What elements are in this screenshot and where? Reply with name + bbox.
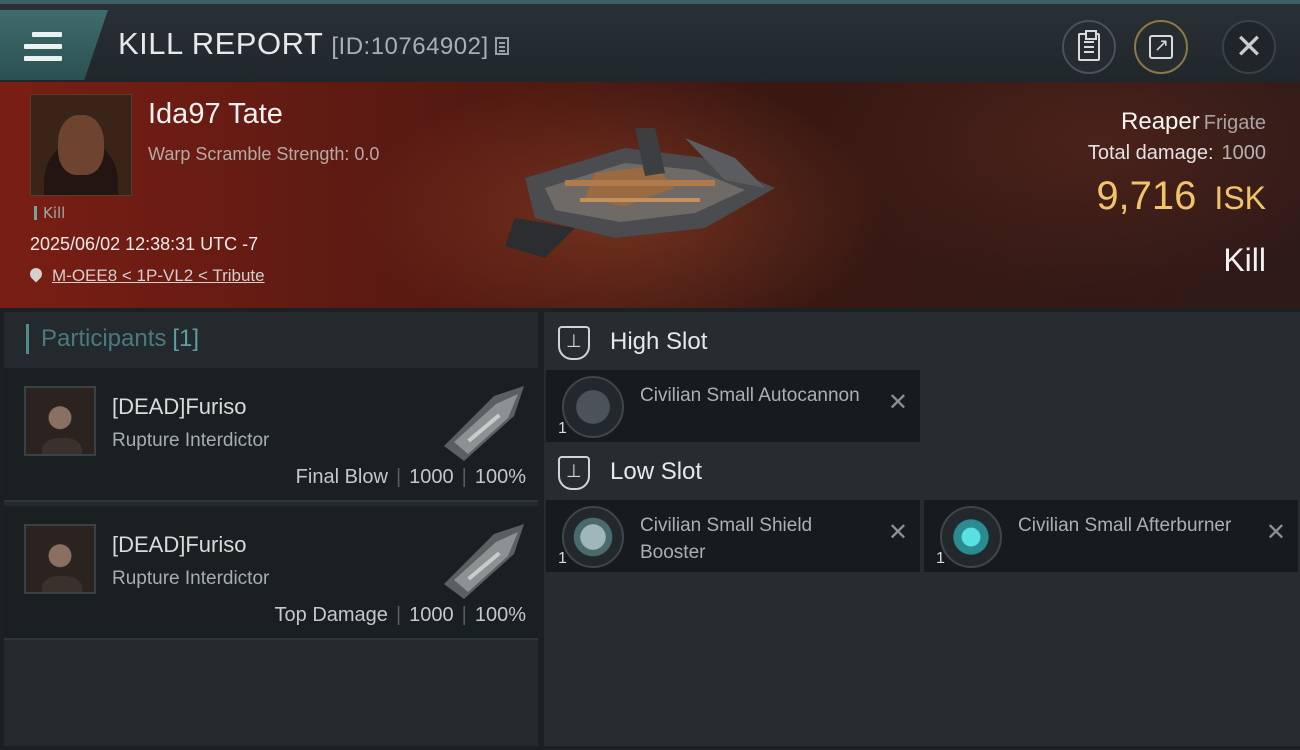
ship-image [505,128,775,258]
victim-portrait[interactable] [30,94,132,196]
share-icon [1149,35,1173,59]
warp-scramble-strength: Warp Scramble Strength: 0.0 [148,144,380,164]
module-name: Civilian Small Shield Booster [640,515,813,563]
participant-percent: 100% [474,466,526,488]
menu-button[interactable] [0,10,108,80]
share-button[interactable] [1134,20,1188,74]
total-damage-line: Total damage: 1000 [1088,142,1266,165]
participant-percent: 100% [474,604,526,626]
participant-ship: Rupture Interdictor [112,568,270,589]
isk-value-line: 9,716 ISK [1096,174,1266,219]
participant-ship-image [444,386,524,461]
participant-name[interactable]: [DEAD]Furiso [112,532,246,558]
participant-name[interactable]: [DEAD]Furiso [112,394,246,420]
high-slot-icon [558,325,590,360]
ship-name[interactable]: Reaper [1121,108,1200,135]
participant-row[interactable]: [DEAD]Furiso Rupture Interdictor Final B… [4,368,538,502]
close-button[interactable]: ✕ [1222,20,1276,74]
participant-portrait[interactable] [24,524,96,594]
participant-portrait[interactable] [24,386,96,456]
module-name: Civilian Small Autocannon [640,385,860,406]
menu-icon [24,32,62,62]
participant-ship: Rupture Interdictor [112,430,270,451]
location-pin-icon [27,265,45,283]
participants-heading: Participants [1] [26,324,199,354]
kill-report-header: KILL REPORT [ID:10764902] ✕ [0,0,1300,82]
kill-datetime: 2025/06/02 12:38:31 UTC -7 [30,234,259,254]
participant-stats: Final Blow | 1000 | 100% [295,466,526,488]
participant-ship-image [444,524,524,599]
isk-unit: ISK [1214,180,1266,216]
participant-role: Top Damage [274,604,388,626]
low-slot-icon [558,455,590,490]
total-damage-label: Total damage: [1087,142,1214,164]
module-item[interactable]: 1 Civilian Small Afterburner ✕ [924,500,1298,572]
ship-type-line: Reaper Frigate [1121,108,1266,136]
module-quantity: 1 [558,420,567,437]
isk-value: 9,716 [1096,174,1197,218]
low-slot-heading: Low Slot [558,454,702,490]
copy-icon[interactable] [494,37,509,55]
destroyed-x-icon: ✕ [887,388,908,416]
participants-label: Participants [41,325,167,352]
participant-stats: Top Damage | 1000 | 100% [274,604,526,626]
shield-booster-icon [562,506,624,568]
participant-damage: 1000 [409,466,454,488]
autocannon-icon [562,376,624,438]
participants-count: [1] [172,325,200,352]
high-slot-heading: High Slot [558,324,707,360]
ship-class: Frigate [1203,112,1266,134]
module-quantity: 1 [558,550,567,567]
destroyed-x-icon: ✕ [1265,518,1286,546]
clipboard-button[interactable] [1062,20,1116,74]
victim-name[interactable]: Ida97 Tate [148,98,283,131]
location-link[interactable]: M-OEE8 < 1P-VL2 < Tribute [52,266,265,285]
title-text: KILL REPORT [118,26,324,61]
participants-panel: Participants [1] [DEAD]Furiso Rupture Int… [4,312,538,746]
fitting-panel: High Slot 1 Civilian Small Autocannon ✕ … [544,312,1300,746]
module-item[interactable]: 1 Civilian Small Autocannon ✕ [546,370,920,442]
destroyed-x-icon: ✕ [887,518,908,546]
participant-row[interactable]: [DEAD]Furiso Rupture Interdictor Top Dam… [4,506,538,640]
close-icon: ✕ [1234,27,1264,67]
total-damage-value: 1000 [1221,142,1267,164]
victim-hero: Ida97 Tate Warp Scramble Strength: 0.0 K… [0,82,1300,308]
kill-id: [ID:10764902] [331,33,489,60]
participant-role: Final Blow [295,466,388,488]
afterburner-icon [940,506,1002,568]
participant-damage: 1000 [409,604,454,626]
module-name: Civilian Small Afterburner [1018,515,1232,536]
kill-result-label: Kill [1223,242,1266,278]
clipboard-icon [1078,30,1100,61]
low-slot-label: Low Slot [610,458,703,485]
kill-location[interactable]: M-OEE8 < 1P-VL2 < Tribute [27,265,265,286]
page-title: KILL REPORT [ID:10764902] [118,26,509,62]
module-item[interactable]: 1 Civilian Small Shield Booster ✕ [546,500,920,572]
high-slot-label: High Slot [610,328,708,355]
module-quantity: 1 [936,550,945,567]
kill-tag: Kill [34,206,65,221]
